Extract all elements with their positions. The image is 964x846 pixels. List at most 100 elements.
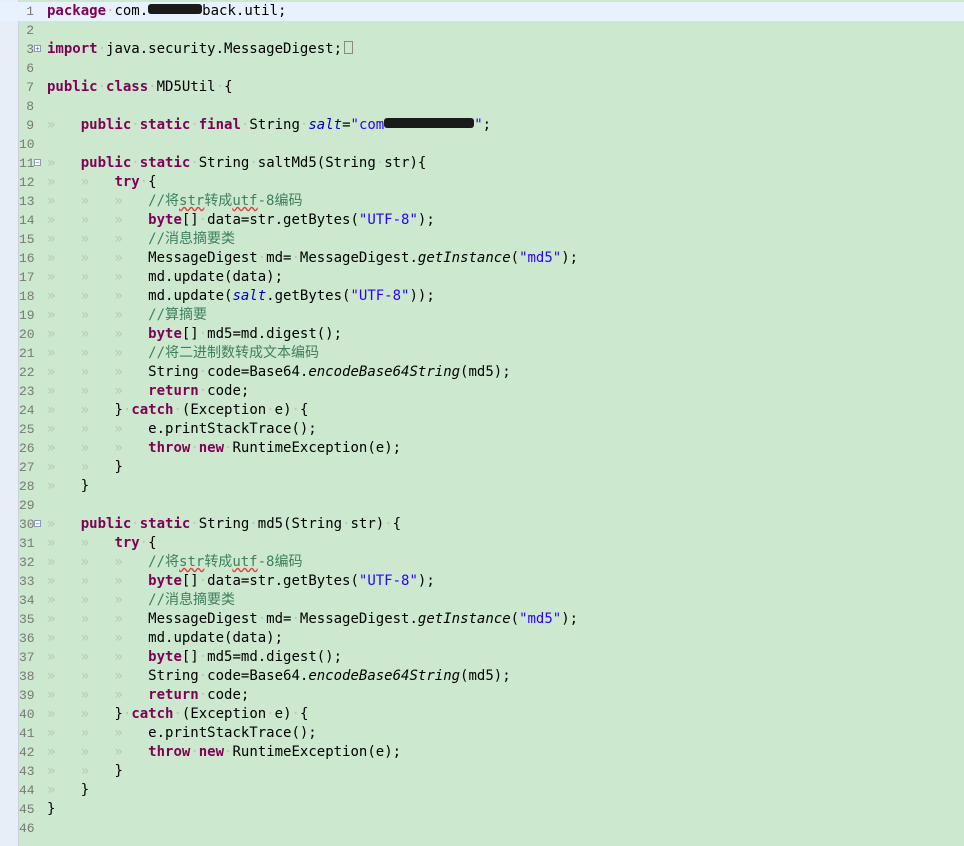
code-line[interactable]: 29 xyxy=(0,496,964,515)
line-number: 22 xyxy=(19,365,35,380)
code-line[interactable]: 22 » » » String·code=Base64.encodeBase64S… xyxy=(0,363,964,382)
code-line[interactable]: 43 » » } xyxy=(0,762,964,781)
code-line[interactable]: 38 » » » String·code=Base64.encodeBase64S… xyxy=(0,667,964,686)
code-token: str xyxy=(179,193,205,209)
code-token: final xyxy=(198,117,241,133)
code-token: "md5" xyxy=(519,611,562,627)
code-token: //消息摘要类 xyxy=(148,231,236,247)
code-token: 转成 xyxy=(204,193,233,209)
code-line[interactable]: 25 » » » e.printStackTrace(); xyxy=(0,420,964,439)
code-line[interactable]: 13 » » » //将str转成utf-8编码 xyxy=(0,192,964,211)
code-line[interactable]: 32 » » » //将str转成utf-8编码 xyxy=(0,553,964,572)
whitespace-marker: » » » xyxy=(47,250,149,266)
code-line[interactable]: 39 » » » return·code; xyxy=(0,686,964,705)
code-line[interactable]: 44 » } xyxy=(0,781,964,800)
line-number: 28 xyxy=(19,479,35,494)
code-token: -8编码 xyxy=(257,193,303,209)
whitespace-marker: · xyxy=(384,516,393,532)
code-lines[interactable]: 1 package·com. back.util; 2 3 + import·java.se… xyxy=(0,2,964,838)
code-line[interactable]: 19 » » » //算摘要 xyxy=(0,306,964,325)
whitespace-marker: · xyxy=(198,364,208,380)
code-line[interactable]: 40» » }·catch·(Exception·e)·{ xyxy=(0,705,964,724)
code-line[interactable]: 6 xyxy=(0,59,964,78)
code-token: [] xyxy=(181,649,199,665)
code-token: md= xyxy=(266,250,292,266)
code-line[interactable]: 16» » » MessageDigest·md=·MessageDigest.… xyxy=(0,249,964,268)
code-line[interactable]: 12 » » try·{ xyxy=(0,173,964,192)
code-line[interactable]: 46 xyxy=(0,819,964,838)
collapsed-imports-icon[interactable] xyxy=(344,41,354,54)
code-line[interactable]: 15 » » » //消息摘要类 xyxy=(0,230,964,249)
whitespace-marker: » » » xyxy=(47,440,149,456)
line-number: 15 xyxy=(19,232,35,247)
code-line[interactable]: 31 » » try·{ xyxy=(0,534,964,553)
whitespace-marker: » » xyxy=(47,706,115,722)
whitespace-marker: · xyxy=(198,649,208,665)
code-token: salt xyxy=(308,117,343,133)
code-line[interactable]: 37 » » » byte[]·md5=md.digest(); xyxy=(0,648,964,667)
code-token: throw xyxy=(148,440,191,456)
code-editor[interactable]: 1 package·com. back.util; 2 3 + import·java.se… xyxy=(0,0,964,846)
whitespace-marker: · xyxy=(139,174,149,190)
code-token: } xyxy=(114,459,123,475)
code-line[interactable]: 36 » » » md.update(data); xyxy=(0,629,964,648)
code-line[interactable]: 45} xyxy=(0,800,964,819)
expand-fold-icon[interactable]: + xyxy=(34,45,41,53)
code-line[interactable]: 7 public·class·MD5Util·{ xyxy=(0,78,964,97)
whitespace-marker: » xyxy=(47,117,81,133)
line-number: 2 xyxy=(26,23,34,38)
code-token: ); xyxy=(417,212,435,228)
code-line[interactable]: 28 » } xyxy=(0,477,964,496)
code-line[interactable]: 20 » » » byte[]·md5=md.digest(); xyxy=(0,325,964,344)
code-line[interactable]: 2 xyxy=(0,21,964,40)
code-line[interactable]: 3 + import·java.security.MessageDigest; xyxy=(0,40,964,59)
collapse-fold-icon[interactable]: − xyxy=(34,520,41,528)
code-token: back.util; xyxy=(202,3,287,19)
line-number: 18 xyxy=(19,289,35,304)
code-line[interactable]: 21 » » » //将二进制数转成文本编码 xyxy=(0,344,964,363)
code-line[interactable]: 42» » » throw·new·RuntimeException(e); xyxy=(0,743,964,762)
code-line[interactable]: 9» public·static·final·String·salt="com "… xyxy=(0,116,964,135)
whitespace-marker: · xyxy=(198,687,208,703)
code-line[interactable]: 34 » » » //消息摘要类 xyxy=(0,591,964,610)
whitespace-marker: · xyxy=(190,155,199,171)
code-token: public xyxy=(80,117,132,133)
code-line[interactable]: 18 » » » md.update(salt.getBytes("UTF-8")… xyxy=(0,287,964,306)
code-line[interactable]: 11−» public·static·String·saltMd5(String… xyxy=(0,154,964,173)
code-text: » » » byte[]·md5=md.digest(); xyxy=(47,325,342,344)
line-number: 30 xyxy=(19,517,35,532)
code-token: String xyxy=(148,668,199,684)
collapse-fold-icon[interactable]: − xyxy=(34,159,41,167)
code-line[interactable]: 26» » » throw·new·RuntimeException(e); xyxy=(0,439,964,458)
code-token: byte xyxy=(148,649,182,665)
code-line[interactable]: 33 » » » byte[]·data=str.getBytes("UTF-8"… xyxy=(0,572,964,591)
code-token: java.security.MessageDigest; xyxy=(106,41,343,57)
code-token: ( xyxy=(510,250,520,266)
whitespace-marker: » » » xyxy=(47,212,149,228)
code-text: » » » throw·new·RuntimeException(e); xyxy=(47,439,401,458)
code-token: String xyxy=(198,516,250,532)
line-number: 42 xyxy=(19,745,35,760)
code-line[interactable]: 30−» public·static·String·md5(String·str… xyxy=(0,515,964,534)
code-token: "UTF-8" xyxy=(358,212,418,228)
code-line[interactable]: 1 package·com. back.util; xyxy=(0,2,964,21)
code-line[interactable]: 10 xyxy=(0,135,964,154)
code-text: » » » MessageDigest·md=·MessageDigest.ge… xyxy=(47,249,578,268)
code-line[interactable]: 41 » » » e.printStackTrace(); xyxy=(0,724,964,743)
whitespace-marker: » xyxy=(47,478,81,494)
whitespace-marker: » » » xyxy=(47,554,149,570)
whitespace-marker: » » » xyxy=(47,630,149,646)
whitespace-marker: · xyxy=(190,516,199,532)
code-token: encodeBase64String xyxy=(308,364,461,380)
code-line[interactable]: 27 » » } xyxy=(0,458,964,477)
code-line[interactable]: 24» » }·catch·(Exception·e)·{ xyxy=(0,401,964,420)
code-line[interactable]: 35» » » MessageDigest·md=·MessageDigest.… xyxy=(0,610,964,629)
code-line[interactable]: 23 » » » return·code; xyxy=(0,382,964,401)
code-line[interactable]: 17 » » » md.update(data); xyxy=(0,268,964,287)
code-text: » » » byte[]·data=str.getBytes("UTF-8"); xyxy=(47,572,435,591)
code-line[interactable]: 8 xyxy=(0,97,964,116)
code-line[interactable]: 14 » » » byte[]·data=str.getBytes("UTF-8"… xyxy=(0,211,964,230)
code-token: //消息摘要类 xyxy=(148,592,236,608)
line-number: 43 xyxy=(19,764,35,779)
whitespace-marker: » » » xyxy=(47,611,149,627)
